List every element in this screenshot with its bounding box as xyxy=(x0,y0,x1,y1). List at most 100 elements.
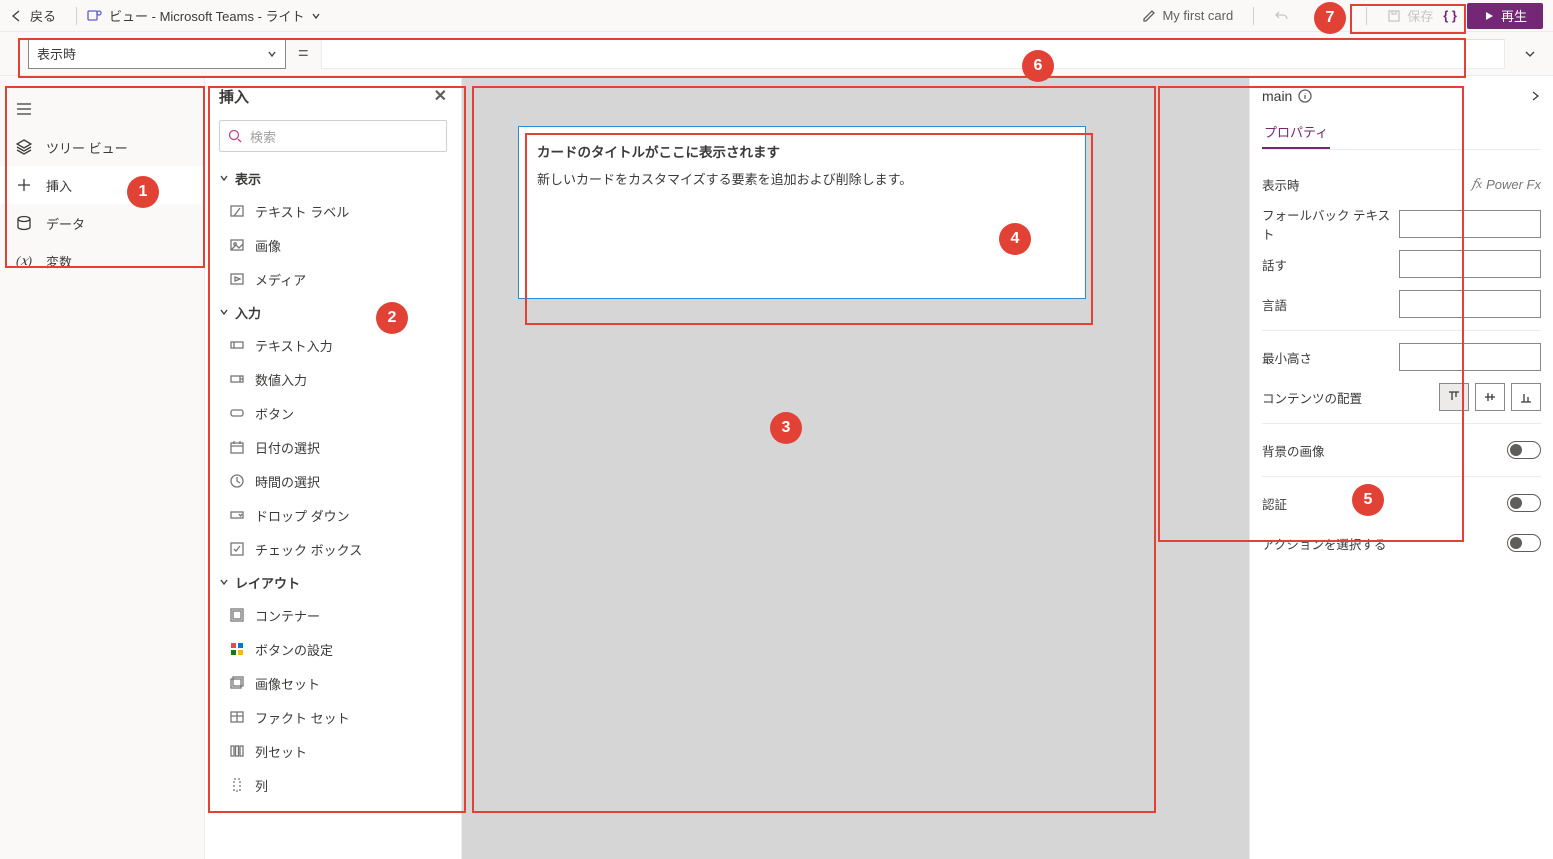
property-selector[interactable]: 表示時 xyxy=(28,39,286,69)
chevron-down-icon xyxy=(219,173,229,183)
align-top-icon xyxy=(1447,390,1461,404)
formula-bar: 表示時 = xyxy=(0,32,1553,76)
chevron-right-icon[interactable] xyxy=(1529,90,1541,102)
left-sidebar: ツリー ビュー 挿入 データ (𝑥) 変数 xyxy=(0,76,204,859)
prop-row-selectaction: アクションを選択する xyxy=(1262,523,1541,563)
insert-item-column[interactable]: 列 xyxy=(205,768,461,802)
insert-item-button[interactable]: ボタン xyxy=(205,396,461,430)
sidebar-item-treeview[interactable]: ツリー ビュー xyxy=(0,128,204,166)
prop-row-lang: 言語 xyxy=(1262,284,1541,324)
bgimage-toggle[interactable] xyxy=(1507,441,1541,459)
clock-icon xyxy=(229,473,245,489)
expand-formula-button[interactable] xyxy=(1517,41,1543,67)
insert-item-datepicker[interactable]: 日付の選択 xyxy=(205,430,461,464)
back-button[interactable]: 戻る xyxy=(10,6,56,25)
chevron-down-icon xyxy=(219,307,229,317)
image-icon xyxy=(229,237,245,253)
prop-row-speak: 話す xyxy=(1262,244,1541,284)
insert-group-header[interactable]: 入力 xyxy=(205,296,461,328)
insert-group-header[interactable]: 表示 xyxy=(205,162,461,194)
insert-item-imageset[interactable]: 画像セット xyxy=(205,666,461,700)
align-bottom-icon xyxy=(1519,390,1533,404)
insert-item-factset[interactable]: ファクト セット xyxy=(205,700,461,734)
speak-input[interactable] xyxy=(1399,250,1541,278)
insert-item-container[interactable]: コンテナー xyxy=(205,598,461,632)
align-middle-icon xyxy=(1483,390,1497,404)
insert-item-image[interactable]: 画像 xyxy=(205,228,461,262)
card-name-button[interactable]: My first card xyxy=(1142,8,1233,23)
view-title[interactable]: ビュー - Microsoft Teams - ライト xyxy=(87,6,321,25)
insert-group-display: 表示 テキスト ラベル 画像 メディア xyxy=(205,162,461,296)
insert-item-columnset[interactable]: 列セット xyxy=(205,734,461,768)
play-button[interactable]: 再生 xyxy=(1467,3,1543,29)
valign-bottom-button[interactable] xyxy=(1511,383,1541,411)
sidebar-item-insert[interactable]: 挿入 xyxy=(0,166,204,204)
factset-icon xyxy=(229,709,245,725)
layers-icon xyxy=(16,139,32,155)
equals-sign: = xyxy=(298,43,309,64)
database-icon xyxy=(16,215,32,231)
chevron-down-icon xyxy=(311,11,321,21)
lang-input[interactable] xyxy=(1399,290,1541,318)
card-preview[interactable]: カードのタイトルがここに表示されます 新しいカードをカスタマイズする要素を追加お… xyxy=(518,126,1086,299)
pencil-icon xyxy=(1142,9,1156,23)
formula-input[interactable] xyxy=(321,39,1505,69)
redo-button[interactable] xyxy=(1332,9,1346,23)
insert-panel: 挿入 ✕ 検索 表示 テキスト ラベル 画像 メディア 入力 テキスト入力 数値… xyxy=(204,76,462,859)
main-content: ツリー ビュー 挿入 データ (𝑥) 変数 挿入 ✕ 検索 表示 xyxy=(0,76,1553,859)
sidebar-item-data[interactable]: データ xyxy=(0,204,204,242)
insert-search-placeholder: 検索 xyxy=(250,127,276,146)
sidebar-item-label: データ xyxy=(46,214,85,233)
insert-search-input[interactable]: 検索 xyxy=(219,120,447,152)
back-label: 戻る xyxy=(30,6,56,25)
valign-top-button[interactable] xyxy=(1439,383,1469,411)
auth-toggle[interactable] xyxy=(1507,494,1541,512)
powerfx-button[interactable]: 𝑓x Power Fx xyxy=(1472,176,1542,192)
chevron-down-icon xyxy=(219,577,229,587)
insert-item-checkbox[interactable]: チェック ボックス xyxy=(205,532,461,566)
media-icon xyxy=(229,271,245,287)
prop-row-bgimage: 背景の画像 xyxy=(1262,430,1541,470)
insert-item-numberinput[interactable]: 数値入力 xyxy=(205,362,461,396)
close-panel-button[interactable]: ✕ xyxy=(434,86,447,106)
insert-item-media[interactable]: メディア xyxy=(205,262,461,296)
selectaction-toggle[interactable] xyxy=(1507,534,1541,552)
columnset-icon xyxy=(229,743,245,759)
sidebar-item-variables[interactable]: (𝑥) 変数 xyxy=(0,242,204,280)
code-button[interactable]: { } xyxy=(1443,8,1457,23)
separator xyxy=(1253,7,1254,25)
insert-group-header[interactable]: レイアウト xyxy=(205,566,461,598)
info-icon[interactable] xyxy=(1298,89,1312,103)
imageset-icon xyxy=(229,675,245,691)
insert-item-textinput[interactable]: テキスト入力 xyxy=(205,328,461,362)
save-button[interactable]: 保存 xyxy=(1387,6,1433,25)
insert-group-layout: レイアウト コンテナー ボタンの設定 画像セット ファクト セット 列セット 列 xyxy=(205,566,461,802)
properties-panel: main プロパティ 表示時 𝑓x Power Fx フォールバック テキスト … xyxy=(1249,76,1553,859)
chevron-down-icon xyxy=(267,49,277,59)
insert-item-timepicker[interactable]: 時間の選択 xyxy=(205,464,461,498)
button-icon xyxy=(229,405,245,421)
column-icon xyxy=(229,777,245,793)
insert-group-input: 入力 テキスト入力 数値入力 ボタン 日付の選択 時間の選択 ドロップ ダウン … xyxy=(205,296,461,566)
insert-item-buttonset[interactable]: ボタンの設定 xyxy=(205,632,461,666)
textinput-icon xyxy=(229,337,245,353)
minheight-input[interactable] xyxy=(1399,343,1541,371)
variable-icon: (𝑥) xyxy=(16,253,32,269)
sidebar-hamburger[interactable] xyxy=(0,90,204,128)
dropdown-icon xyxy=(229,507,245,523)
undo-button[interactable] xyxy=(1274,9,1288,23)
separator xyxy=(76,7,77,25)
arrow-left-icon xyxy=(10,9,24,23)
buttonset-icon xyxy=(229,641,245,657)
design-canvas[interactable]: カードのタイトルがここに表示されます 新しいカードをカスタマイズする要素を追加お… xyxy=(462,76,1249,859)
sidebar-item-label: 変数 xyxy=(46,252,72,271)
insert-item-textlabel[interactable]: テキスト ラベル xyxy=(205,194,461,228)
tab-properties[interactable]: プロパティ xyxy=(1262,116,1330,149)
prop-row-minheight: 最小高さ xyxy=(1262,337,1541,377)
prop-row-visible: 表示時 𝑓x Power Fx xyxy=(1262,164,1541,204)
valign-middle-button[interactable] xyxy=(1475,383,1505,411)
fallback-text-input[interactable] xyxy=(1399,210,1541,238)
save-icon xyxy=(1387,9,1401,23)
insert-item-dropdown[interactable]: ドロップ ダウン xyxy=(205,498,461,532)
search-icon xyxy=(228,129,242,143)
